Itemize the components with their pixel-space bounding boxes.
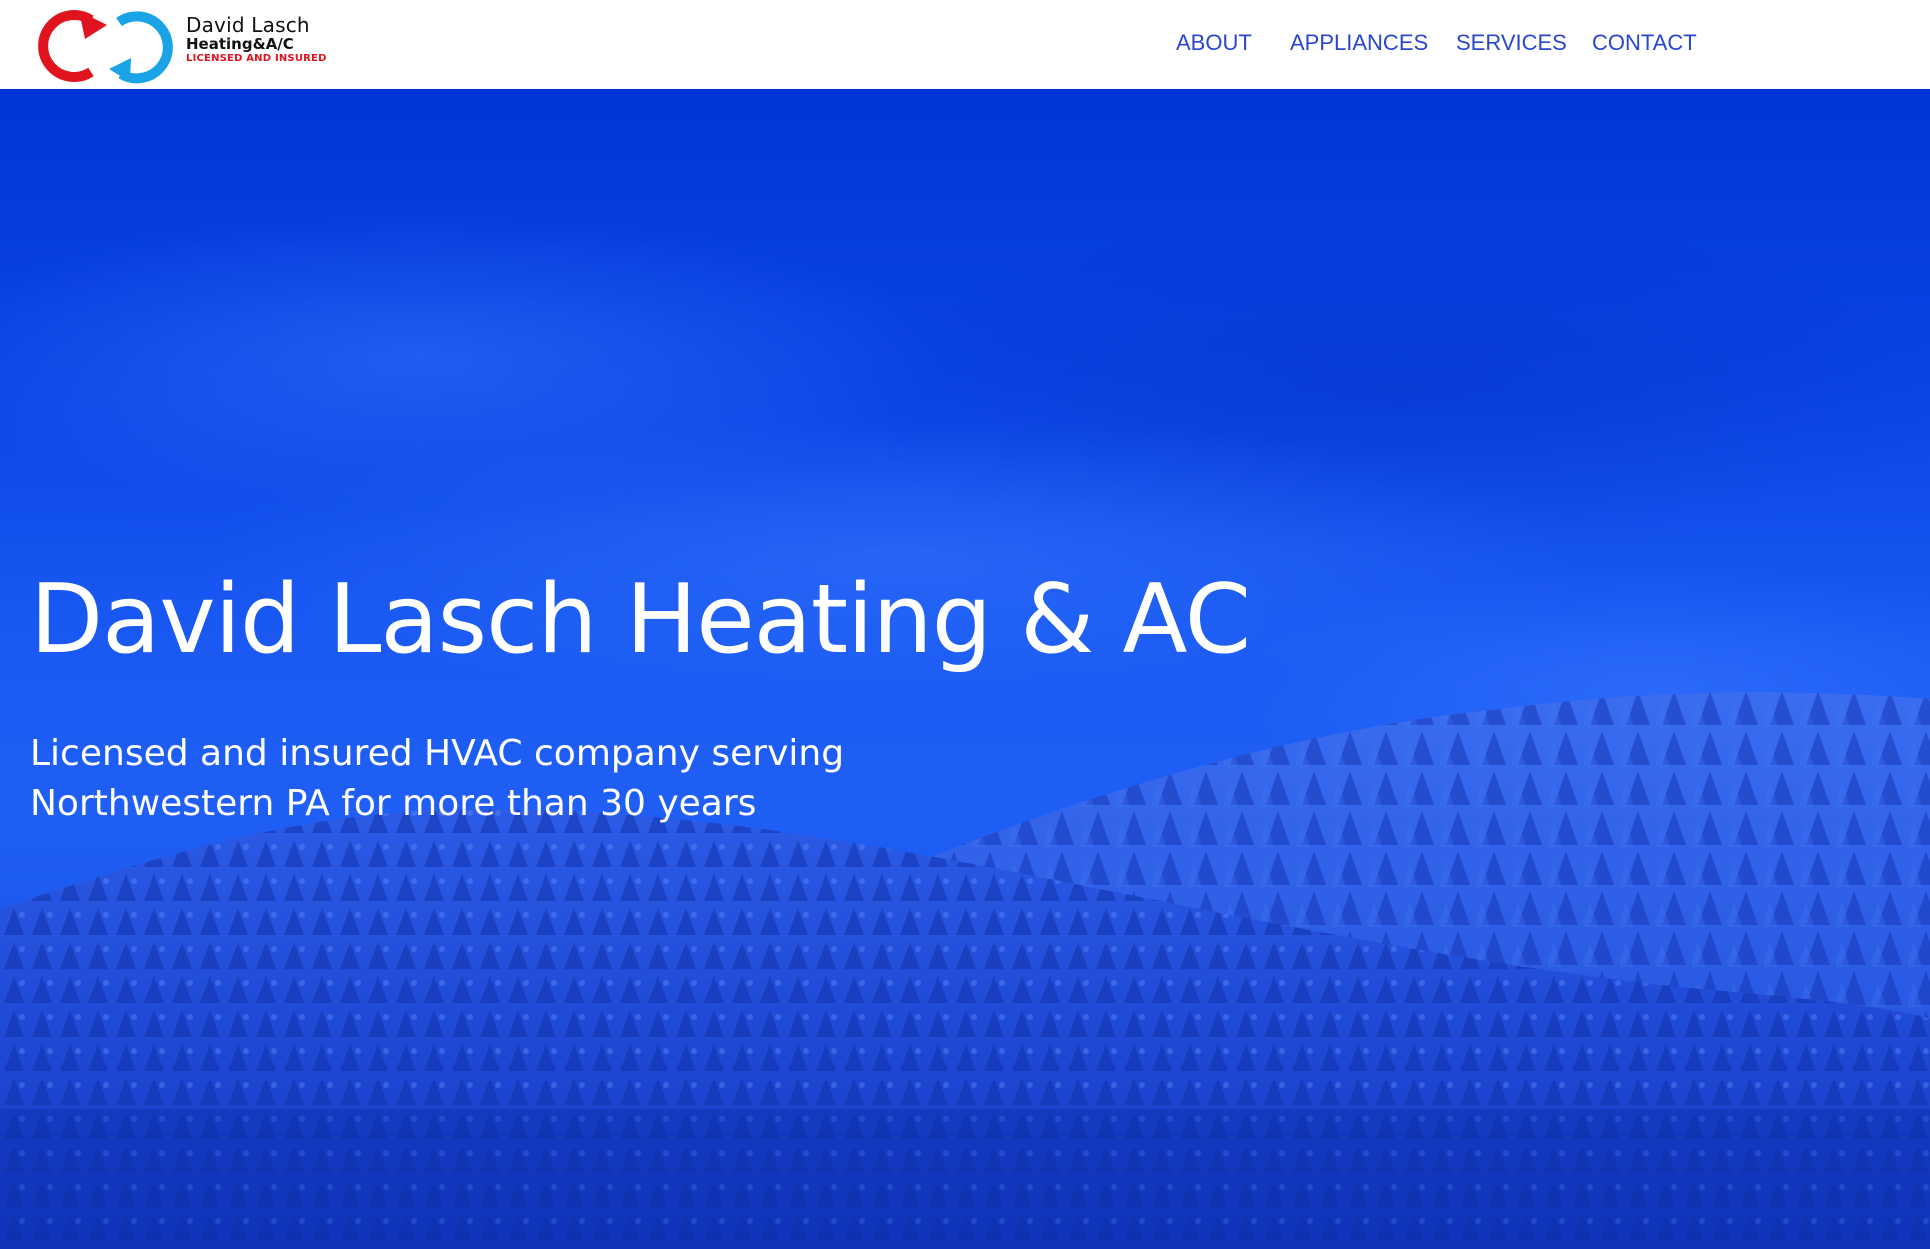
hero-subtitle-line: Northwestern PA for more than 30 years: [30, 783, 757, 824]
hero-subtitle: Licensed and insured HVAC company servin…: [30, 729, 930, 829]
hero-section: David Lasch Heating & AC Licensed and in…: [0, 89, 1930, 1249]
main-nav: ABOUT APPLIANCES SERVICES CONTACT: [0, 30, 1930, 60]
nav-services[interactable]: SERVICES: [1456, 30, 1567, 56]
site-header: David Lasch Heating&A/C LICENSED AND INS…: [0, 0, 1930, 89]
hero-title: David Lasch Heating & AC: [30, 565, 1251, 675]
nav-appliances[interactable]: APPLIANCES: [1290, 30, 1428, 56]
hero-subtitle-line: Licensed and insured HVAC company servin…: [30, 733, 845, 774]
nav-contact[interactable]: CONTACT: [1592, 30, 1697, 56]
nav-about[interactable]: ABOUT: [1176, 30, 1252, 56]
